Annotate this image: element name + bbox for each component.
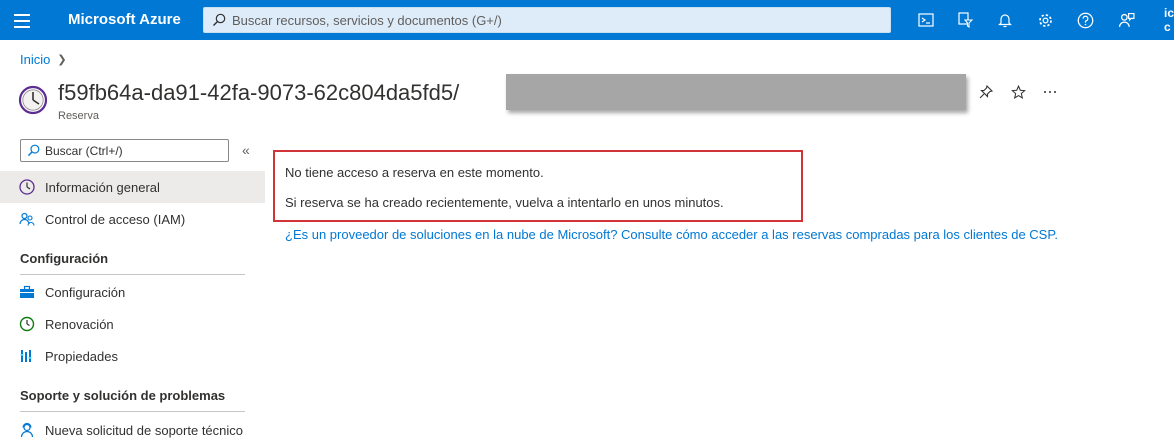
nav-item-access-control[interactable]: Control de acceso (IAM) — [0, 203, 265, 235]
breadcrumb: Inicio ❯ — [20, 52, 67, 67]
breadcrumb-home-link[interactable]: Inicio — [20, 52, 50, 67]
menu-icon[interactable] — [12, 10, 32, 30]
brand-title[interactable]: Microsoft Azure — [68, 11, 181, 28]
access-message-line-2: Si reserva se ha creado recientemente, v… — [285, 195, 724, 210]
nav-item-label: Renovación — [45, 316, 114, 332]
global-search[interactable] — [203, 7, 891, 33]
top-bar: Microsoft Azure ic c — [0, 0, 1174, 40]
access-message-line-1: No tiene acceso a reserva en este moment… — [285, 165, 544, 180]
nav-item-renewal[interactable]: Renovación — [0, 308, 265, 340]
chevron-right-icon: ❯ — [57, 54, 67, 66]
clock-icon — [18, 178, 36, 196]
redaction-block — [506, 74, 966, 110]
pin-icon[interactable] — [976, 82, 996, 102]
nav-section-configuration: Configuración — [20, 251, 109, 266]
page-title: f59fb64a-da91-42fa-9073-62c804da5fd5/ — [58, 80, 460, 105]
users-icon — [18, 210, 36, 228]
page-subtitle: Reserva — [58, 110, 99, 122]
properties-icon — [18, 347, 36, 365]
nav-item-new-support-request[interactable]: Nueva solicitud de soporte técnico — [0, 414, 265, 446]
nav-section-support: Soporte y solución de problemas — [20, 388, 226, 403]
cloud-shell-icon[interactable] — [912, 6, 940, 34]
nav-divider — [20, 411, 245, 412]
nav-item-label: Configuración — [45, 284, 126, 300]
access-message-box — [273, 150, 803, 222]
account-line-2: c — [1164, 20, 1171, 34]
nav-item-label: Control de acceso (IAM) — [45, 211, 186, 227]
star-icon[interactable] — [1008, 82, 1028, 102]
renew-clock-icon — [18, 315, 36, 333]
notifications-icon[interactable] — [991, 6, 1019, 34]
clock-icon — [18, 85, 48, 115]
toolbox-icon — [18, 283, 36, 301]
feedback-icon[interactable] — [1112, 6, 1140, 34]
nav-item-overview[interactable]: Información general — [0, 171, 265, 203]
collapse-menu-icon[interactable]: « — [242, 142, 250, 158]
nav-item-label: Propiedades — [45, 348, 118, 364]
directory-filter-icon[interactable] — [951, 6, 979, 34]
global-search-input[interactable] — [232, 11, 872, 29]
settings-icon[interactable] — [1031, 6, 1059, 34]
search-icon — [27, 144, 40, 157]
nav-item-properties[interactable]: Propiedades — [0, 340, 265, 372]
nav-item-label: Información general — [45, 179, 160, 195]
account-line-1: ic — [1164, 6, 1174, 20]
help-icon[interactable] — [1071, 6, 1099, 34]
support-person-icon — [18, 421, 36, 439]
menu-search-input[interactable] — [45, 142, 225, 159]
nav-item-label: Nueva solicitud de soporte técnico — [45, 422, 244, 438]
csp-help-link[interactable]: ¿Es un proveedor de soluciones en la nub… — [285, 227, 1058, 242]
menu-search[interactable] — [20, 139, 229, 162]
more-icon[interactable] — [1040, 82, 1060, 102]
account-info[interactable]: ic c — [1164, 6, 1174, 34]
nav-item-configuration[interactable]: Configuración — [0, 276, 265, 308]
nav-divider — [20, 274, 245, 275]
search-icon — [213, 13, 226, 26]
